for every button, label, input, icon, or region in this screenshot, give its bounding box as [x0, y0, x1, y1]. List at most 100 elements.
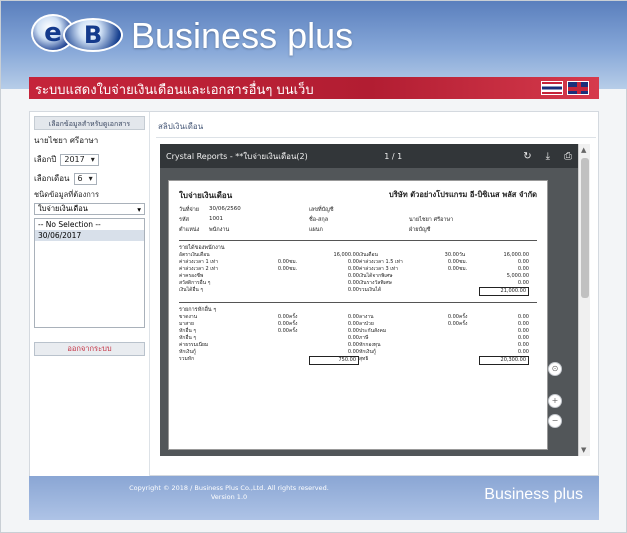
table-cell: ครั้ง	[459, 314, 468, 320]
table-cell: 0.00	[277, 328, 289, 334]
chevron-down-icon: ▾	[90, 155, 95, 164]
table-cell	[289, 335, 309, 342]
table-cell	[259, 252, 289, 259]
deduct-rows: ขาดงาน 0.00 ครั้ง 0.00 ลางาน 0.00 ครั้ง 0.00 มาส…	[179, 314, 537, 365]
date-listbox[interactable]: -- No Selection -- 30/06/2017	[34, 218, 145, 328]
zoom-reset-icon[interactable]: ⊙	[548, 362, 562, 376]
table-cell	[259, 273, 289, 280]
footer: Copyright © 2018 / Business Plus Co.,Ltd…	[29, 476, 599, 520]
table-cell	[259, 287, 289, 296]
table-cell	[289, 356, 309, 365]
field-value	[409, 206, 479, 214]
footer-brand: Business plus	[484, 486, 583, 503]
user-name: นายไชยา ศรีอาษา	[34, 136, 99, 145]
table-cell: 0.00	[277, 314, 289, 320]
table-cell	[289, 273, 309, 280]
table-cell: 0.00	[517, 266, 529, 272]
table-row: สวัสดิการอื่น ๆ 0.00 เงินรางวัลพิเศษ 0.00	[179, 280, 537, 287]
sidebar-heading: เลือกข้อมูลสำหรับดูเอกสาร	[34, 116, 145, 130]
table-cell: 21,000.00	[479, 287, 529, 296]
month-value: 6	[77, 174, 83, 183]
month-select[interactable]: 6 ▾	[73, 172, 97, 185]
field-label: เลขที่บัญชี	[309, 207, 334, 213]
table-cell: ประกันสังคม	[359, 328, 387, 334]
table-cell: ชม.	[459, 266, 468, 272]
table-cell: 0.00	[347, 342, 359, 348]
viewer-scrollbar[interactable]: ▲ ▼	[578, 144, 590, 456]
table-cell	[259, 349, 289, 356]
payslip-header: ใบจ่ายเงินเดือน บริษัท ตัวอย่างโปรแกรม อ…	[179, 189, 537, 202]
income-heading: รายได้ของพนักงาน	[179, 245, 225, 251]
list-item[interactable]: -- No Selection --	[35, 219, 144, 230]
brand-title: Business plus	[131, 15, 354, 56]
table-row: หักอื่น ๆ 0.00 ภาษี 0.00	[179, 335, 537, 342]
table-cell	[429, 356, 459, 365]
month-label: เลือกเดือน	[34, 174, 70, 183]
table-row: หักอื่น ๆ 0.00 ครั้ง 0.00 ประกันสังคม 0.00	[179, 328, 537, 335]
field-label: ตำแหน่ง	[179, 227, 200, 233]
table-cell: 0.00	[447, 259, 459, 265]
field-label: แผนก	[309, 227, 323, 233]
table-row: หักเงินกู้ 0.00 หักเงินกู้ 0.00	[179, 349, 537, 356]
table-cell: สวัสดิการอื่น ๆ	[179, 280, 211, 286]
table-cell	[259, 342, 289, 349]
logo-b: B	[63, 18, 123, 52]
payslip-title: ใบจ่ายเงินเดือน	[179, 191, 233, 200]
logout-button[interactable]: ออกจากระบบ	[34, 342, 145, 356]
footer-copyright: Copyright © 2018 / Business Plus Co.,Ltd…	[29, 484, 429, 502]
doctype-select[interactable]: ใบจ่ายเงินเดือน ▾	[34, 203, 145, 215]
chevron-down-icon: ▾	[88, 174, 93, 183]
table-cell	[459, 335, 479, 342]
table-cell: รวมเงินได้	[359, 287, 382, 293]
download-icon[interactable]: ⤓	[546, 151, 550, 162]
refresh-icon[interactable]: ↻	[523, 151, 531, 162]
table-cell	[259, 280, 289, 287]
table-cell: ชม.	[289, 259, 298, 265]
payslip-fields: วันที่จ่าย 30/06/2560 เลขที่บัญชี รหัส 1…	[179, 206, 537, 234]
table-cell: หักเงินกู้	[179, 349, 196, 355]
table-cell: 5,000.00	[506, 273, 529, 279]
table-cell: หักอื่น ๆ	[179, 328, 197, 334]
table-cell	[289, 342, 309, 349]
table-row: อัตราเงินเดือน 16,000.00 เงินเดือน 30.00 วัน…	[179, 252, 537, 259]
doctype-value: ใบจ่ายเงินเดือน	[38, 204, 88, 213]
table-cell: 16,000.00	[503, 252, 529, 258]
table-cell: ขาดงาน	[179, 314, 198, 320]
scroll-thumb[interactable]	[581, 158, 589, 298]
table-cell: 0.00	[347, 280, 359, 286]
table-cell: 20,300.00	[479, 356, 529, 365]
table-cell	[429, 328, 459, 335]
month-row: เลือกเดือน 6 ▾	[34, 172, 145, 185]
zoom-out-icon[interactable]: −	[548, 414, 562, 428]
breadcrumb[interactable]: สลิปเงินเดือน	[156, 116, 596, 138]
table-cell: 0.00	[517, 342, 529, 348]
table-cell	[259, 335, 289, 342]
year-label: เลือกปี	[34, 155, 57, 164]
table-cell	[429, 280, 459, 287]
table-row: รวมหัก 750.00 สุทธิ 20,300.00	[179, 356, 537, 365]
table-cell: วัน	[459, 252, 466, 258]
table-cell: เงินรางวัลพิเศษ	[359, 280, 392, 286]
table-cell: 0.00	[517, 349, 529, 355]
viewer-page: 1 / 1	[384, 151, 403, 161]
table-cell	[459, 273, 479, 280]
table-cell: เงินเดือน	[359, 252, 378, 258]
table-cell: 0.00	[347, 321, 359, 327]
thai-flag-icon[interactable]	[541, 81, 563, 95]
table-cell: 0.00	[517, 321, 529, 327]
print-icon[interactable]: ⎙	[564, 151, 572, 162]
table-cell: 0.00	[517, 328, 529, 334]
income-section: รายได้ของพนักงาน อัตราเงินเดือน 16,000.00…	[179, 240, 537, 296]
scroll-down-icon[interactable]: ▼	[581, 446, 586, 454]
uk-flag-icon[interactable]	[567, 81, 589, 95]
table-cell	[289, 280, 309, 287]
scroll-up-icon[interactable]: ▲	[581, 146, 586, 154]
copyright-line: Copyright © 2018 / Business Plus Co.,Ltd…	[129, 484, 329, 492]
list-item[interactable]: 30/06/2017	[35, 230, 144, 241]
viewer-title: Crystal Reports - **ใบจ่ายเงินเดือน(2)	[166, 151, 308, 161]
year-select[interactable]: 2017 ▾	[60, 153, 99, 166]
table-cell: 0.00	[447, 266, 459, 272]
zoom-in-icon[interactable]: +	[548, 394, 562, 408]
app-frame: e B Business plus ระบบแสดงใบจ่ายเงินเดือ…	[0, 0, 627, 533]
field-value: ฝ่ายบัญชี	[409, 227, 431, 233]
